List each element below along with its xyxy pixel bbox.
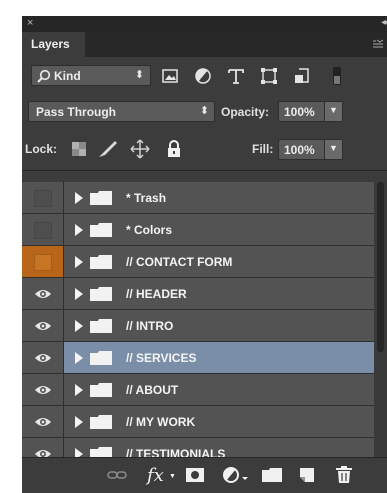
dropdown-indicator-icon: ▼ — [169, 473, 176, 480]
filter-toggle-icon[interactable] — [326, 65, 348, 87]
layer-row-selected[interactable]: // SERVICES — [22, 342, 374, 374]
eye-icon — [35, 418, 51, 426]
fill-dropdown-button[interactable]: ▼ — [324, 140, 342, 159]
layer-row[interactable]: * Trash — [22, 182, 374, 214]
layer-name: // SERVICES — [126, 351, 197, 365]
blend-mode-value: Pass Through — [36, 105, 117, 119]
fx-icon[interactable]: fx ▼ — [144, 465, 178, 486]
layers-bottom-toolbar: fx ▼ — [22, 457, 387, 493]
folder-icon — [90, 255, 112, 269]
lock-image-icon[interactable] — [97, 139, 119, 159]
layer-row[interactable]: // CONTACT FORM — [22, 246, 374, 278]
lock-row: Lock: Fill: 100% ▼ — [22, 128, 387, 171]
lock-transparent-icon[interactable] — [71, 141, 87, 157]
visibility-toggle[interactable] — [22, 374, 64, 405]
pixel-layer-filter-icon[interactable] — [159, 65, 181, 87]
tab-layers[interactable]: Layers — [22, 32, 85, 57]
fx-label: fx — [147, 465, 164, 486]
opacity-field[interactable]: 100% ▼ — [278, 101, 343, 122]
layer-row[interactable]: * Colors — [22, 214, 374, 246]
visibility-toggle[interactable] — [22, 214, 64, 245]
layer-row[interactable]: // INTRO — [22, 310, 374, 342]
blend-mode-select[interactable]: Pass Through ⬍ — [28, 101, 215, 122]
opacity-dropdown-button[interactable]: ▼ — [324, 102, 342, 121]
eye-icon — [35, 354, 51, 362]
expand-triangle-icon[interactable] — [75, 384, 83, 396]
panel-tab-row: Layers — [22, 32, 387, 57]
expand-triangle-icon[interactable] — [75, 192, 83, 204]
folder-icon — [90, 223, 112, 237]
layer-list: * Trash * Colors // CONTACT FORM // HEAD… — [22, 182, 374, 472]
fill-label: Fill: — [252, 142, 274, 156]
layer-list-scrollbar-thumb[interactable] — [377, 182, 384, 352]
filter-kind-select[interactable]: Kind ⬍ — [31, 65, 151, 86]
expand-triangle-icon[interactable] — [75, 352, 83, 364]
lock-label: Lock: — [25, 142, 58, 156]
panel-menu-icon[interactable] — [373, 39, 384, 49]
layer-row[interactable]: // MY WORK — [22, 406, 374, 438]
visibility-toggle[interactable] — [22, 278, 64, 309]
adjustment-layer-filter-icon[interactable] — [192, 65, 214, 87]
search-icon — [37, 69, 51, 83]
shape-layer-filter-icon[interactable] — [258, 65, 280, 87]
folder-icon — [90, 191, 112, 205]
visibility-toggle[interactable] — [22, 342, 64, 373]
layer-name: * Trash — [126, 191, 167, 205]
layer-name: // ABOUT — [126, 383, 179, 397]
adjustment-layer-icon[interactable] — [221, 465, 251, 485]
folder-icon — [90, 351, 112, 365]
delete-icon[interactable] — [333, 465, 355, 485]
chevron-updown-icon: ⬍ — [134, 69, 144, 81]
folder-icon — [90, 383, 112, 397]
collapse-panel-icon[interactable]: ◂◂ — [381, 17, 387, 28]
filter-row: Kind ⬍ — [22, 57, 387, 93]
chevron-down-icon: ▼ — [329, 105, 338, 115]
layer-name: // HEADER — [126, 287, 187, 301]
layer-row[interactable]: // HEADER — [22, 278, 374, 310]
link-layers-icon[interactable] — [106, 465, 128, 485]
visibility-toggle[interactable] — [22, 310, 64, 341]
expand-triangle-icon[interactable] — [75, 320, 83, 332]
layer-name: // CONTACT FORM — [126, 255, 233, 269]
lock-all-icon[interactable] — [166, 139, 182, 159]
expand-triangle-icon[interactable] — [75, 288, 83, 300]
fill-value: 100% — [284, 143, 315, 157]
visibility-toggle[interactable] — [22, 246, 64, 277]
new-layer-icon[interactable] — [296, 465, 318, 485]
opacity-label: Opacity: — [221, 105, 270, 119]
eye-icon — [35, 322, 51, 330]
smart-object-filter-icon[interactable] — [291, 65, 313, 87]
folder-icon — [90, 415, 112, 429]
layer-row[interactable]: // ABOUT — [22, 374, 374, 406]
eye-icon — [35, 386, 51, 394]
type-layer-filter-icon[interactable] — [225, 65, 247, 87]
filter-kind-label: Kind — [54, 69, 81, 83]
folder-icon — [90, 287, 112, 301]
layer-name: // INTRO — [126, 319, 174, 333]
fill-field[interactable]: 100% ▼ — [278, 139, 343, 160]
add-mask-icon[interactable] — [184, 465, 206, 485]
layer-name: * Colors — [126, 223, 173, 237]
expand-triangle-icon[interactable] — [75, 416, 83, 428]
visibility-toggle[interactable] — [22, 182, 64, 213]
new-group-icon[interactable] — [261, 465, 283, 485]
visibility-toggle[interactable] — [22, 406, 64, 437]
close-panel-icon[interactable]: × — [27, 17, 33, 29]
blend-row: Pass Through ⬍ Opacity: 100% ▼ — [22, 93, 387, 128]
expand-triangle-icon[interactable] — [75, 224, 83, 236]
eye-icon — [35, 290, 51, 298]
opacity-value: 100% — [284, 105, 315, 119]
layers-panel: × ◂◂ Layers Kind ⬍ Pass Through ⬍ Opacit… — [22, 16, 387, 493]
lock-position-icon[interactable] — [130, 139, 150, 159]
panel-title-bar: × ◂◂ — [22, 16, 387, 32]
expand-triangle-icon[interactable] — [75, 256, 83, 268]
layer-name: // MY WORK — [126, 415, 196, 429]
chevron-down-icon: ▼ — [329, 143, 338, 153]
folder-icon — [90, 319, 112, 333]
chevron-updown-icon: ⬍ — [199, 105, 209, 117]
